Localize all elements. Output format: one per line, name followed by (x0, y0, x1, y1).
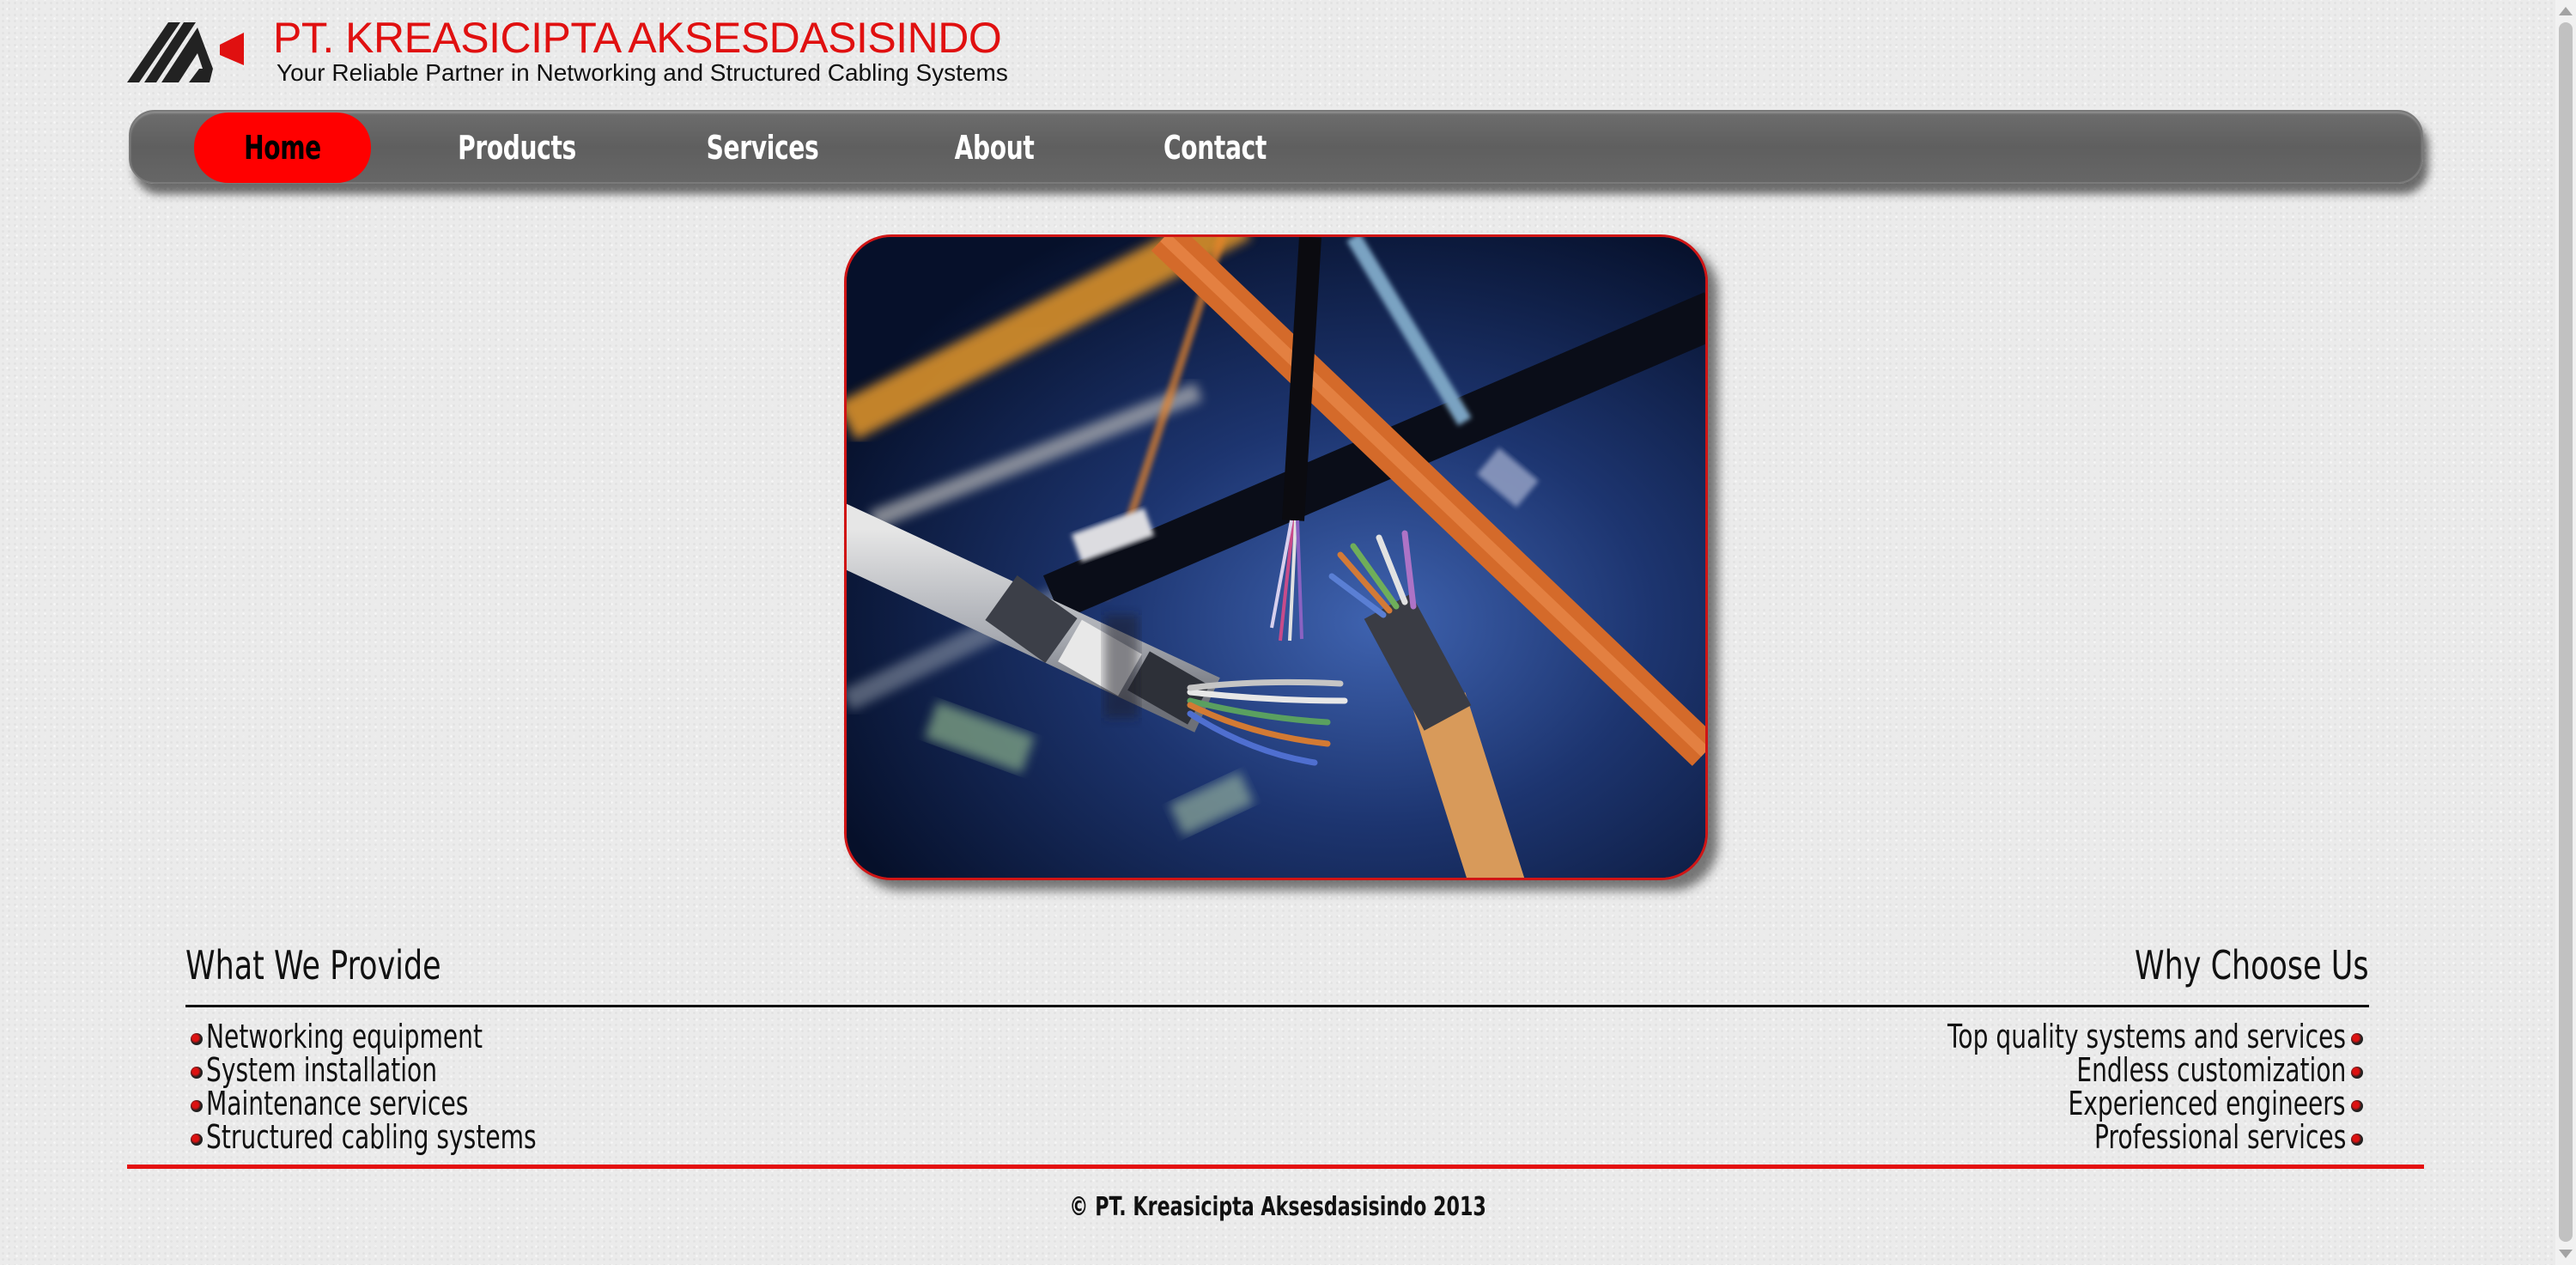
page-scrollbar[interactable] (2555, 0, 2576, 1265)
scroll-up-icon[interactable] (2559, 7, 2573, 15)
main-navigation: Home Products Services About Contact (129, 110, 2423, 184)
nav-about[interactable]: About (937, 113, 1051, 182)
tagline: Your Reliable Partner in Networking and … (276, 59, 1008, 86)
scrollbar-thumb[interactable] (2559, 22, 2573, 1242)
list-item: Networking equipment (191, 1020, 653, 1054)
network-cables-photo (847, 237, 1705, 878)
bullet-icon (2351, 1133, 2363, 1146)
why-choose-us-heading: Why Choose Us (2135, 942, 2369, 988)
bullet-icon (191, 1066, 203, 1079)
nav-products[interactable]: Products (450, 113, 583, 182)
list-item: Maintenance services (191, 1087, 653, 1121)
list-item: Endless customization (1807, 1054, 2363, 1087)
nav-contact[interactable]: Contact (1155, 113, 1276, 182)
bullet-icon (191, 1133, 203, 1146)
bullet-icon (2351, 1066, 2363, 1079)
bullet-icon (191, 1032, 203, 1045)
why-list: Top quality systems and services Endless… (1807, 1020, 2363, 1154)
nav-services[interactable]: Services (699, 113, 826, 182)
list-item: Professional services (1807, 1121, 2363, 1154)
list-item: Structured cabling systems (191, 1121, 653, 1154)
bullet-icon (2351, 1099, 2363, 1112)
list-item: System installation (191, 1054, 653, 1087)
what-we-provide-heading: What We Provide (185, 942, 441, 988)
list-item: Experienced engineers (1807, 1087, 2363, 1121)
footer-divider (127, 1165, 2424, 1169)
bullet-icon (191, 1099, 203, 1112)
hero-image (844, 234, 1708, 880)
bullet-icon (2351, 1032, 2363, 1045)
section-divider (185, 1005, 2369, 1007)
provide-list: Networking equipment System installation… (191, 1020, 653, 1154)
nav-home[interactable]: Home (217, 113, 348, 182)
copyright: © PT. Kreasicipta Aksesdasisindo 2013 (1069, 1192, 1486, 1222)
company-name: PT. KREASICIPTA AKSESDASISINDO (273, 14, 1002, 62)
list-item: Top quality systems and services (1807, 1020, 2363, 1054)
company-logo-icon[interactable] (127, 21, 244, 82)
scroll-down-icon[interactable] (2559, 1250, 2573, 1258)
